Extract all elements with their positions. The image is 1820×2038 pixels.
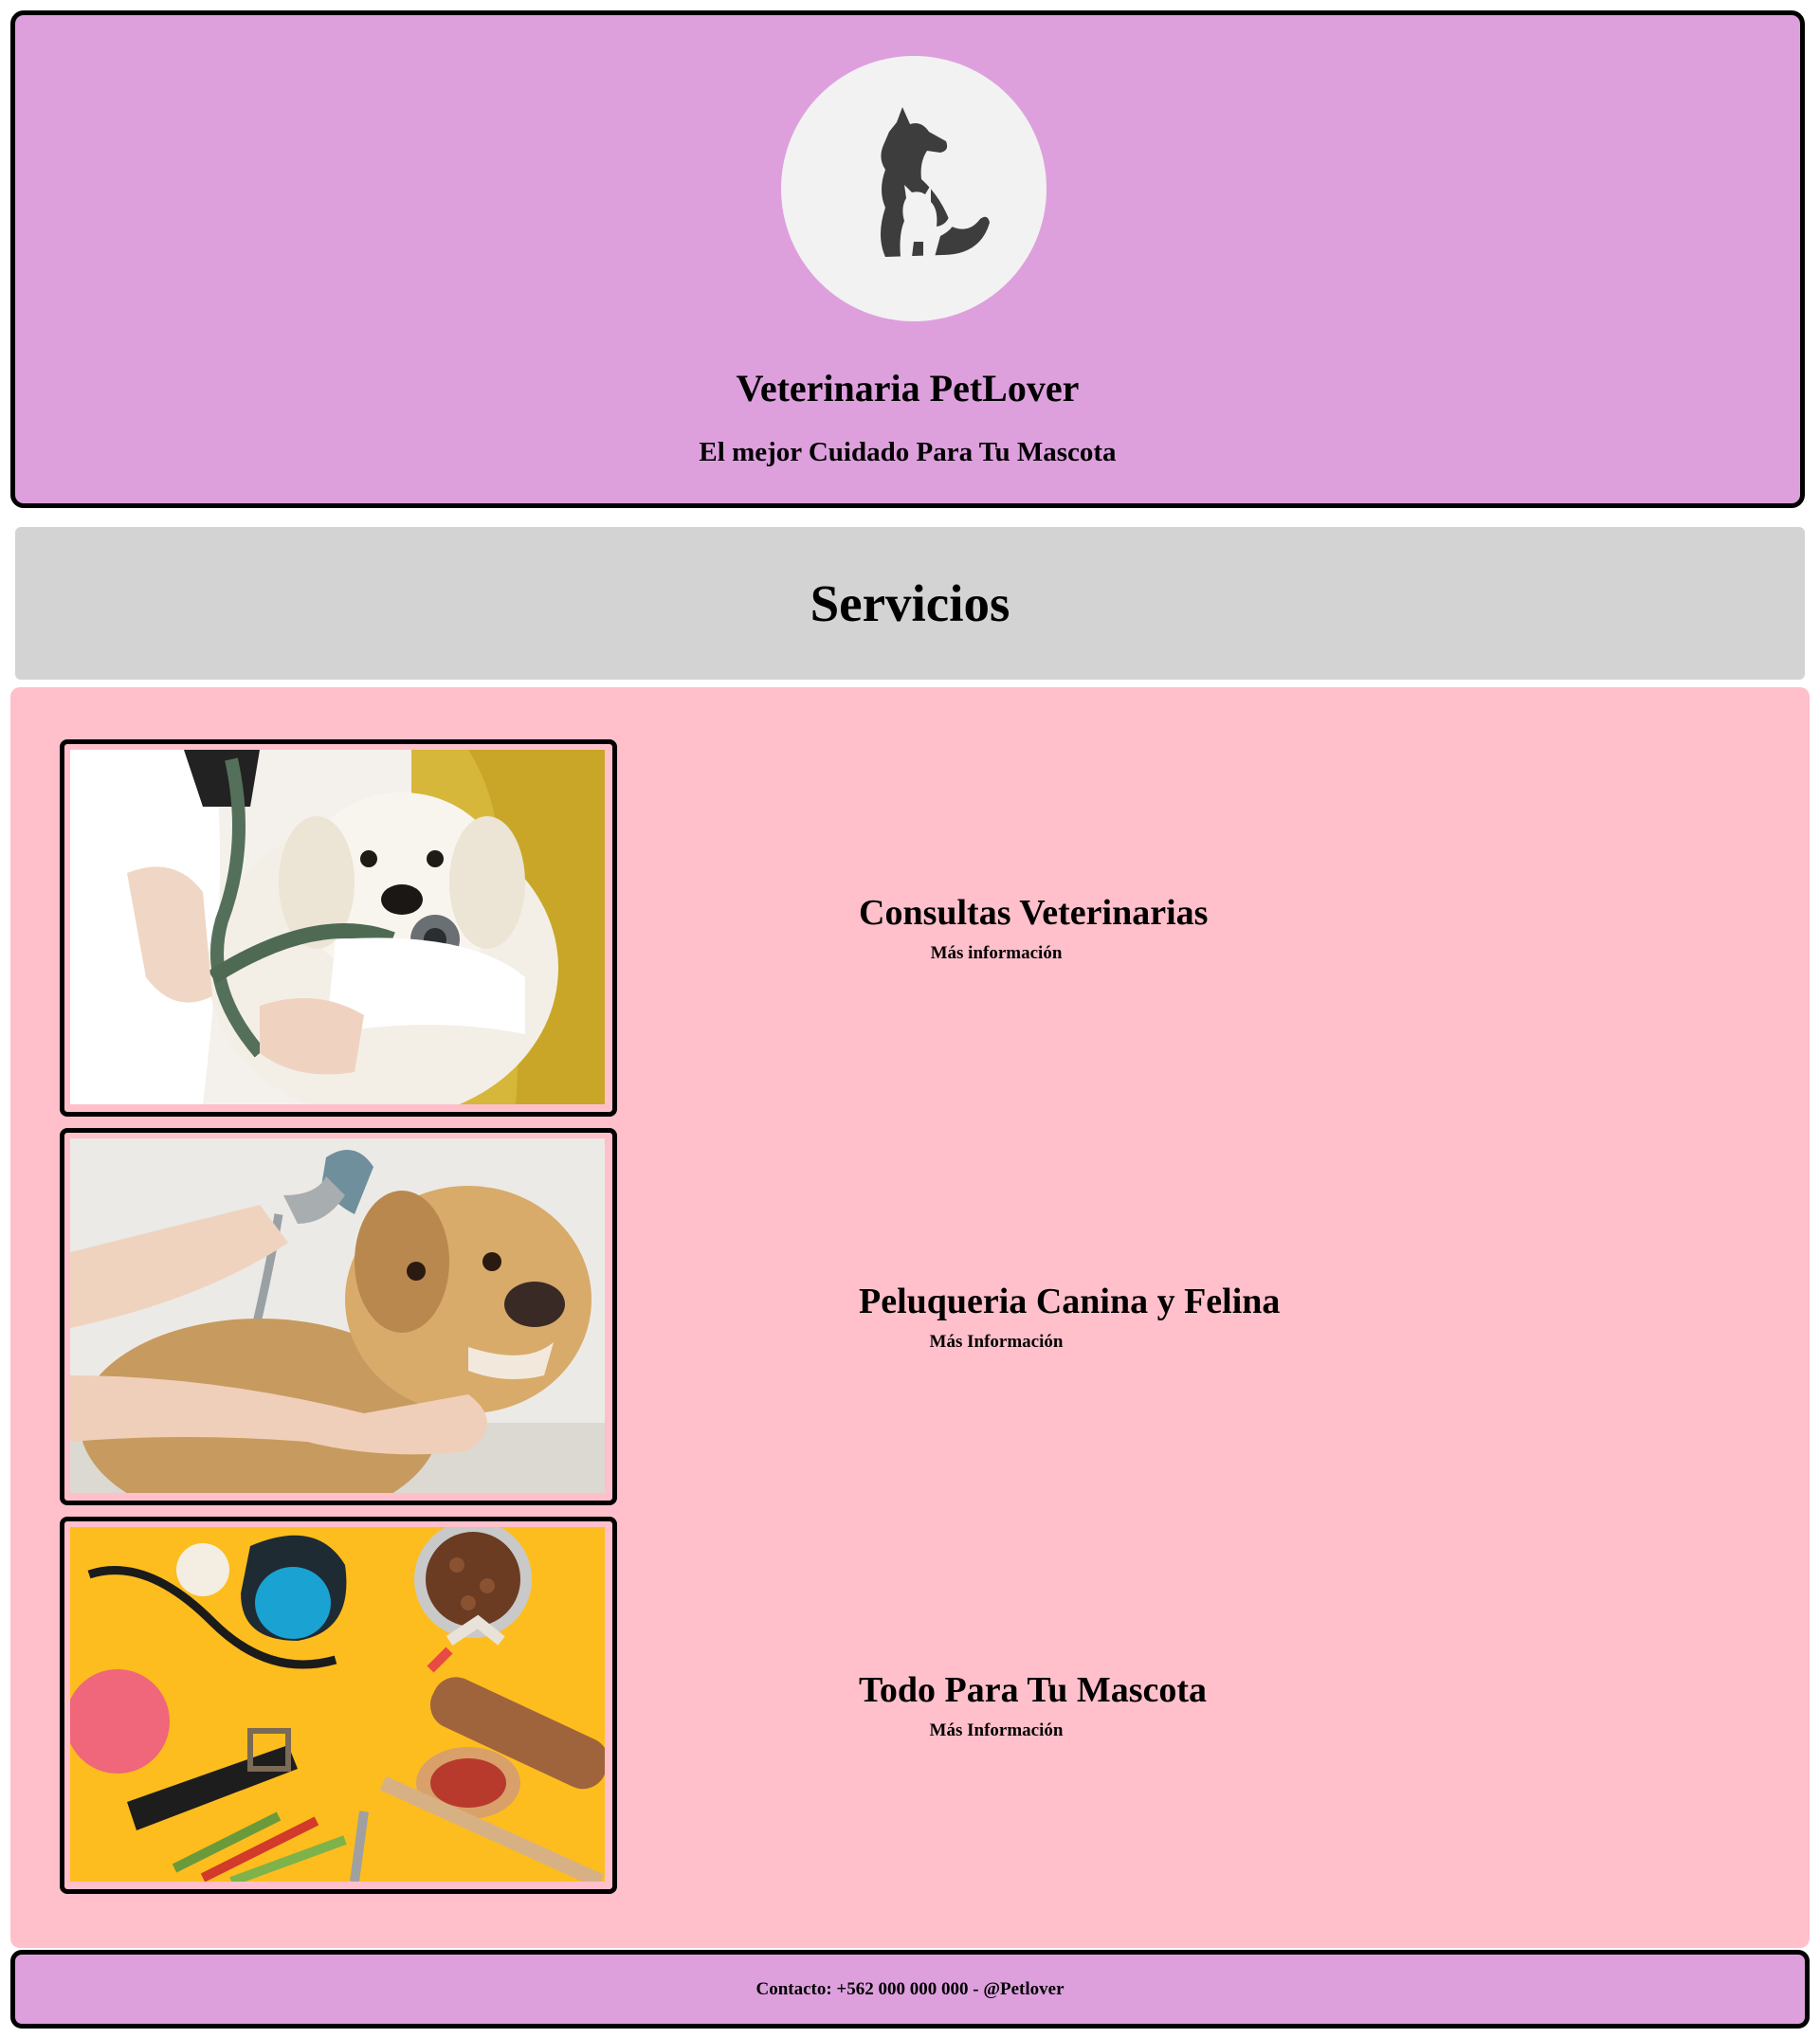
service-item: Peluqueria Canina y Felina Más Informaci…: [10, 1128, 1810, 1507]
service-item: Consultas Veterinarias Más información: [10, 739, 1810, 1119]
service-image-frame: [60, 1128, 617, 1505]
site-title: Veterinaria PetLover: [736, 367, 1080, 409]
site-footer: Contacto: +562 000 000 000 - @Petlover: [10, 1950, 1810, 2029]
more-info-link[interactable]: Más Información: [859, 1332, 1134, 1353]
service-text: Todo Para Tu Mascota Más Información: [859, 1517, 1207, 1894]
service-title: Consultas Veterinarias: [859, 893, 1209, 933]
more-info-link[interactable]: Más información: [859, 943, 1134, 964]
services-list: Consultas Veterinarias Más información P…: [10, 687, 1810, 1948]
logo: [781, 56, 1046, 321]
service-image-frame: [60, 739, 617, 1117]
dog-and-cat-silhouette-icon: [881, 107, 990, 257]
more-info-link[interactable]: Más Información: [859, 1720, 1134, 1741]
vet-holding-puppy-with-stethoscope-photo: [70, 750, 607, 1106]
pet-supplies-flatlay-photo: [70, 1527, 607, 1883]
service-text: Peluqueria Canina y Felina Más Informaci…: [859, 1128, 1280, 1505]
service-title: Peluqueria Canina y Felina: [859, 1282, 1281, 1321]
section-title-bar: Servicios: [15, 527, 1805, 680]
service-item: Todo Para Tu Mascota Más Información: [10, 1517, 1810, 1896]
site-header: Veterinaria PetLover El mejor Cuidado Pa…: [10, 10, 1805, 508]
service-image-frame: [60, 1517, 617, 1894]
dog-getting-shower-bath-photo: [70, 1138, 607, 1495]
section-title: Servicios: [810, 574, 1010, 632]
service-text: Consultas Veterinarias Más información: [859, 739, 1208, 1117]
service-title: Todo Para Tu Mascota: [859, 1670, 1208, 1710]
site-tagline: El mejor Cuidado Para Tu Mascota: [699, 437, 1117, 467]
contact-info: Contacto: +562 000 000 000 - @Petlover: [755, 1978, 1065, 1999]
